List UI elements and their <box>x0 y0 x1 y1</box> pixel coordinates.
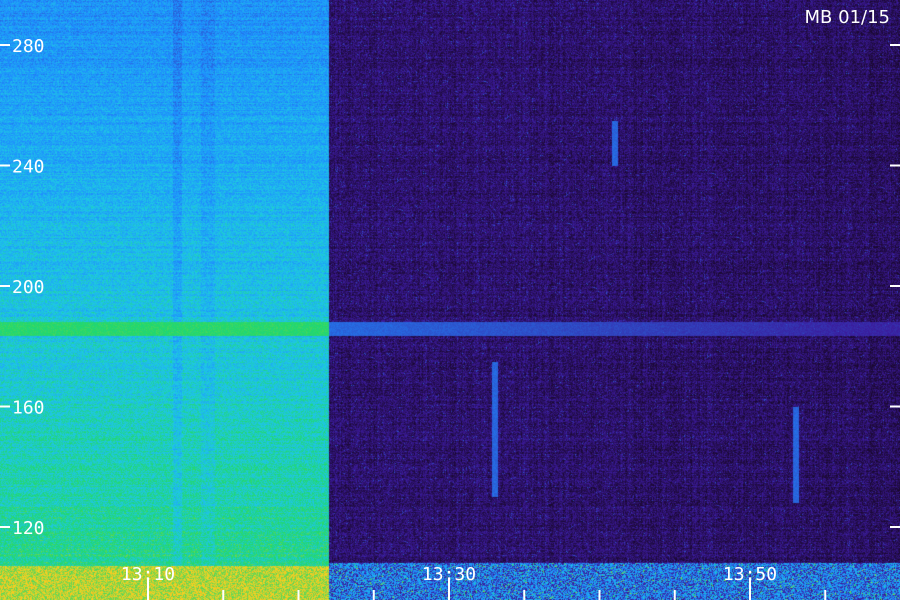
y-tick-label: 240 <box>12 157 45 178</box>
y-tick-labels: 280 240 200 160 120 <box>12 36 45 539</box>
chart-title: MB 01/15 <box>805 7 890 28</box>
y-tick-label: 200 <box>12 277 45 298</box>
x-tick-label: 13:30 <box>422 564 476 585</box>
y-tick-label: 120 <box>12 518 45 539</box>
y-tick-label: 160 <box>12 398 45 419</box>
x-tick-labels: 13:10 13:30 13:50 <box>121 564 777 585</box>
x-tick-label: 13:10 <box>121 564 175 585</box>
y-tick-label: 280 <box>12 36 45 57</box>
x-tick-label: 13:50 <box>723 564 777 585</box>
axis-overlay: 280 240 200 160 120 13:10 13:30 13:50 MB 01/15 <box>0 7 900 600</box>
y-ticks-right <box>890 44 900 528</box>
y-ticks-left <box>0 44 10 528</box>
